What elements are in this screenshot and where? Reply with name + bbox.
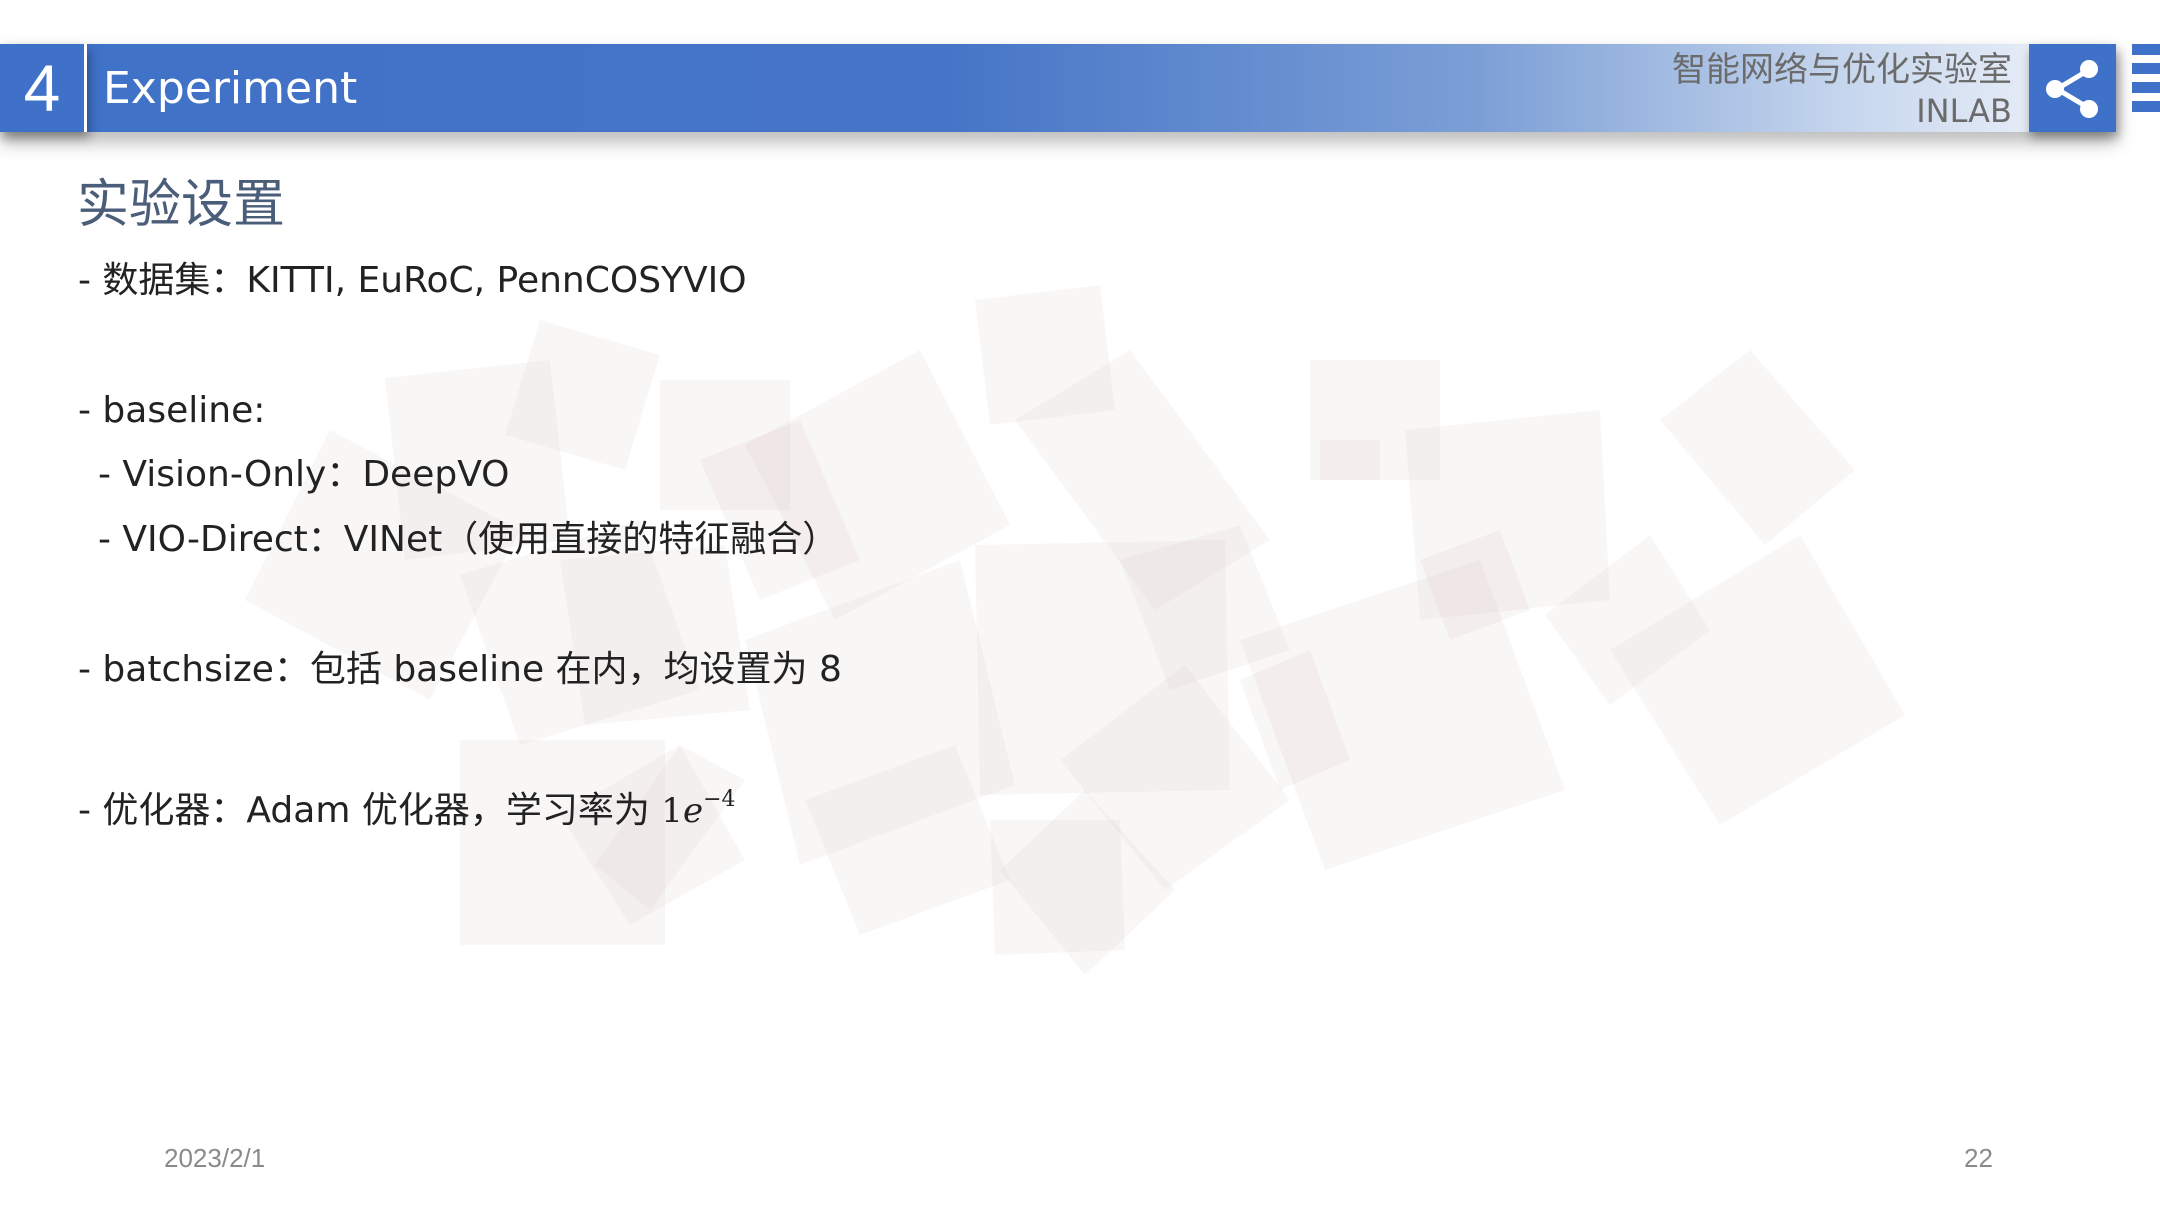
bullet-vision-only: - Vision-Only：DeepVO <box>98 454 510 495</box>
bullet-batchsize: - batchsize：包括 baseline 在内，均设置为 8 <box>78 649 842 690</box>
learning-rate-base: 1 <box>661 791 683 831</box>
share-button[interactable] <box>2029 44 2116 132</box>
lab-abbreviation: INLAB <box>1916 92 2012 130</box>
bullet-dataset: - 数据集：KITTI, EuRoC, PennCOSYVIO <box>78 260 747 301</box>
bullet-optimizer: - 优化器：Adam 优化器，学习率为 1e−4 <box>78 775 736 836</box>
page-title: 实验设置 <box>77 175 286 235</box>
learning-rate: 1e−4 <box>661 787 735 831</box>
share-icon <box>2046 60 2098 118</box>
slide: 4 Experiment 智能网络与优化实验室 INLAB 实验设置 - 数据集… <box>0 0 2160 1215</box>
edge-stripes <box>2132 44 2160 132</box>
background-decoration <box>245 285 1905 975</box>
bullet-vio-direct: - VIO-Direct：VINet（使用直接的特征融合） <box>98 519 839 560</box>
bullet-baseline: - baseline: <box>78 390 266 431</box>
page-number: 22 <box>1964 1143 1993 1173</box>
learning-rate-e: e <box>682 791 704 831</box>
learning-rate-exponent: −4 <box>703 787 736 812</box>
optimizer-text: - 优化器：Adam 优化器，学习率为 <box>78 790 662 831</box>
section-number: 4 <box>0 44 87 132</box>
lab-name: 智能网络与优化实验室 <box>1672 50 2012 90</box>
section-title: Experiment <box>103 63 358 114</box>
footer-date: 2023/2/1 <box>164 1143 266 1173</box>
